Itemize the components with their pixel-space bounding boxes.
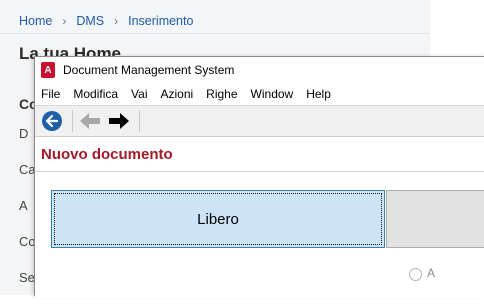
forward-button[interactable] bbox=[106, 108, 132, 134]
chevron-right-icon: › bbox=[114, 14, 119, 28]
toolbar-separator bbox=[72, 110, 73, 132]
title-bar[interactable]: A Document Management System bbox=[35, 57, 484, 83]
forward-arrow-icon bbox=[109, 113, 129, 129]
dms-window: A Document Management System File Modifi… bbox=[34, 56, 484, 298]
toolbar-separator bbox=[139, 110, 140, 132]
menu-modifica[interactable]: Modifica bbox=[73, 87, 118, 101]
breadcrumb-inserimento[interactable]: Inserimento bbox=[128, 14, 193, 28]
menu-vai[interactable]: Vai bbox=[131, 87, 147, 101]
app-logo-icon: A bbox=[41, 62, 55, 78]
breadcrumb-home[interactable]: Home bbox=[19, 14, 52, 28]
window-title: Document Management System bbox=[63, 63, 235, 77]
libero-button[interactable]: Libero bbox=[51, 190, 385, 248]
section-title: Nuovo documento bbox=[41, 145, 173, 163]
option-button[interactable] bbox=[386, 190, 484, 248]
chevron-right-icon: › bbox=[62, 14, 67, 28]
menu-file[interactable]: File bbox=[41, 87, 60, 101]
menu-righe[interactable]: Righe bbox=[206, 87, 237, 101]
toolbar bbox=[35, 105, 484, 137]
menu-bar: File Modifica Vai Azioni Righe Window He… bbox=[35, 83, 484, 105]
menu-window[interactable]: Window bbox=[251, 87, 294, 101]
back-button[interactable] bbox=[77, 108, 103, 134]
menu-azioni[interactable]: Azioni bbox=[160, 87, 193, 101]
home-back-button[interactable] bbox=[39, 108, 65, 134]
radio-label: A bbox=[427, 266, 436, 280]
breadcrumb-dms[interactable]: DMS bbox=[76, 14, 104, 28]
back-arrow-icon bbox=[80, 113, 100, 129]
content-area: Libero A bbox=[35, 172, 484, 298]
divider bbox=[0, 33, 430, 34]
radio-button[interactable] bbox=[409, 268, 422, 281]
breadcrumb: Home › DMS › Inserimento bbox=[19, 14, 193, 28]
back-circle-icon bbox=[42, 111, 62, 131]
menu-help[interactable]: Help bbox=[306, 87, 331, 101]
section-header: Nuovo documento bbox=[35, 137, 484, 172]
